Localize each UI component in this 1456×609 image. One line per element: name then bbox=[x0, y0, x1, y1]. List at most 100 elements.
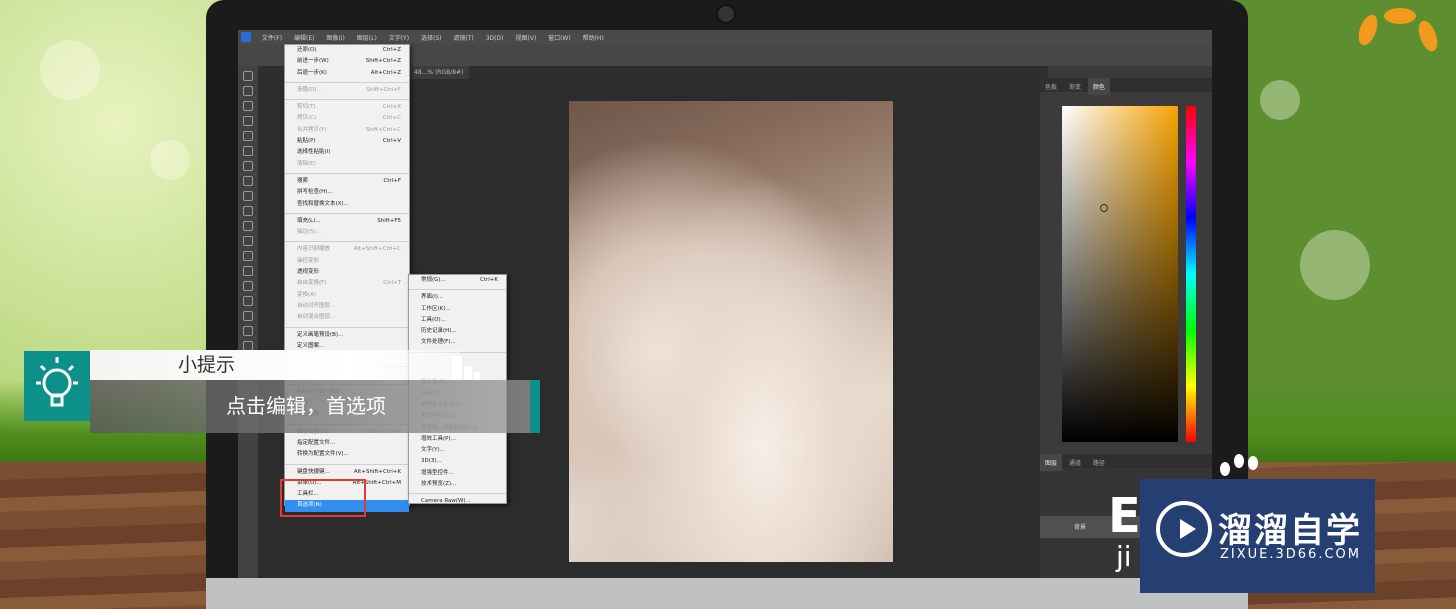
menu-file[interactable]: 文件(F) bbox=[257, 30, 287, 42]
edit-menu-item[interactable]: 定义画笔预设(B)... bbox=[285, 330, 409, 341]
edit-menu-item-label: 转换为配置文件(V)... bbox=[297, 451, 349, 458]
submenu-item[interactable]: 文字(Y)... bbox=[409, 445, 506, 456]
menu-view[interactable]: 视图(V) bbox=[510, 30, 541, 42]
menu-filter[interactable]: 滤镜(T) bbox=[448, 30, 478, 42]
eraser-tool-icon[interactable] bbox=[243, 221, 253, 231]
tab-layers[interactable]: 图层 bbox=[1040, 454, 1063, 471]
layer-name: 背景 bbox=[1074, 524, 1087, 531]
history-brush-tool-icon[interactable] bbox=[243, 206, 253, 216]
quick-select-tool-icon[interactable] bbox=[243, 116, 253, 126]
dodge-tool-icon[interactable] bbox=[243, 266, 253, 276]
submenu-item[interactable]: 常规(G)... Ctrl+K bbox=[409, 275, 506, 286]
stamp-tool-icon[interactable] bbox=[243, 191, 253, 201]
edit-menu-item[interactable]: 选择性粘贴(I) bbox=[285, 147, 409, 158]
hue-slider[interactable] bbox=[1186, 106, 1196, 442]
submenu-item[interactable]: 工具(O)... bbox=[409, 315, 506, 326]
crop-tool-icon[interactable] bbox=[243, 131, 253, 141]
submenu-item[interactable]: Camera Raw(W)... bbox=[409, 496, 506, 507]
edit-menu-item[interactable]: 拼写检查(H)... bbox=[285, 187, 409, 198]
edit-menu-item[interactable]: 前进一步(W) Shift+Ctrl+Z bbox=[285, 56, 409, 67]
gradient-tool-icon[interactable] bbox=[243, 236, 253, 246]
edit-menu-item: 变换(A) bbox=[285, 290, 409, 301]
decor-block bbox=[452, 356, 462, 380]
document-tab[interactable]: 48...% (RGB/8#) bbox=[408, 66, 470, 79]
menu-layer[interactable]: 图层(L) bbox=[352, 30, 382, 42]
edit-menu-item-label: 自动混合图层... bbox=[297, 314, 336, 321]
menu-select[interactable]: 选择(S) bbox=[416, 30, 447, 42]
submenu-item[interactable]: 增强型控件... bbox=[409, 468, 506, 479]
color-picker-cursor[interactable] bbox=[1100, 204, 1108, 212]
edit-menu-item: 拷贝(C) Ctrl+C bbox=[285, 113, 409, 124]
color-field[interactable] bbox=[1062, 106, 1178, 442]
edit-menu-item[interactable]: 还原(O) Ctrl+Z bbox=[285, 45, 409, 56]
play-logo-icon bbox=[1156, 501, 1212, 557]
edit-menu-item[interactable]: 搜索 Ctrl+F bbox=[285, 176, 409, 187]
edit-menu-item-shortcut: Shift+F5 bbox=[377, 217, 401, 224]
watermark-title: 溜溜自学 bbox=[1218, 511, 1362, 551]
edit-menu-item-label: 自动对齐图层... bbox=[297, 302, 336, 309]
menu-3d[interactable]: 3D(D) bbox=[481, 32, 509, 42]
menu-image[interactable]: 图像(I) bbox=[321, 30, 349, 42]
edit-menu-item[interactable]: 转换为配置文件(V)... bbox=[285, 449, 409, 460]
edit-menu-item-label: 搜索 bbox=[297, 177, 309, 184]
tip-title: 小提示 bbox=[178, 354, 236, 376]
edit-menu-item-label: 内容识别缩放 bbox=[297, 246, 331, 253]
submenu-item-label: 技术预览(Z)... bbox=[421, 481, 457, 488]
bokeh-light bbox=[1260, 80, 1300, 120]
paw-toe bbox=[1234, 454, 1244, 468]
menu-window[interactable]: 窗口(W) bbox=[543, 30, 576, 42]
edit-menu-item[interactable]: 填充(L)... Shift+F5 bbox=[285, 216, 409, 227]
submenu-item-label: 文件处理(F)... bbox=[421, 339, 456, 346]
edit-menu-item-label: 键盘快捷键... bbox=[297, 468, 330, 475]
submenu-item-label: 工具(O)... bbox=[421, 316, 446, 323]
path-select-tool-icon[interactable] bbox=[243, 311, 253, 321]
menu-separator bbox=[285, 79, 409, 83]
edit-menu-item-label: 变换(A) bbox=[297, 291, 317, 298]
document-photo bbox=[569, 101, 893, 562]
edit-menu-item-shortcut: Ctrl+Z bbox=[382, 47, 401, 53]
edit-menu-item-label: 后退一步(K) bbox=[297, 69, 327, 76]
tab-channels[interactable]: 通道 bbox=[1064, 454, 1086, 471]
edit-menu-item-shortcut: Alt+Shift+Ctrl+C bbox=[353, 246, 401, 253]
submenu-item[interactable]: 工作区(K)... bbox=[409, 304, 506, 315]
edit-menu-item[interactable]: 指定配置文件... bbox=[285, 438, 409, 449]
type-tool-icon[interactable] bbox=[243, 296, 253, 306]
pen-tool-icon[interactable] bbox=[243, 281, 253, 291]
blur-tool-icon[interactable] bbox=[243, 251, 253, 261]
tab-swatches[interactable]: 色板 bbox=[1040, 78, 1062, 95]
menu-edit[interactable]: 编辑(E) bbox=[289, 30, 319, 42]
menu-separator bbox=[285, 170, 409, 174]
tip-body-bar: 点击编辑，首选项 bbox=[90, 380, 530, 433]
tab-color[interactable]: 颜色 bbox=[1087, 78, 1110, 95]
menu-separator bbox=[285, 461, 409, 465]
shape-tool-icon[interactable] bbox=[243, 326, 253, 336]
submenu-item[interactable]: 技术预览(Z)... bbox=[409, 479, 506, 490]
menu-help[interactable]: 帮助(H) bbox=[578, 30, 609, 42]
brush-tool-icon[interactable] bbox=[243, 176, 253, 186]
menu-type[interactable]: 文字(Y) bbox=[384, 30, 414, 42]
edit-menu-item[interactable]: 后退一步(K) Alt+Ctrl+Z bbox=[285, 68, 409, 79]
edit-menu-item-shortcut: Alt+Ctrl+Z bbox=[370, 69, 401, 76]
marquee-tool-icon[interactable] bbox=[243, 86, 253, 96]
tab-gradients[interactable]: 渐变 bbox=[1064, 78, 1086, 95]
submenu-item[interactable]: 历史记录(H)... bbox=[409, 326, 506, 337]
edit-menu-item[interactable]: 粘贴(P) Ctrl+V bbox=[285, 136, 409, 147]
watermark-subtitle: ZIXUE.3D66.COM bbox=[1220, 547, 1361, 562]
move-tool-icon[interactable] bbox=[243, 71, 253, 81]
tab-paths[interactable]: 路径 bbox=[1088, 454, 1110, 471]
edit-menu-item[interactable]: 键盘快捷键... Alt+Shift+Ctrl+K bbox=[285, 467, 409, 478]
edit-menu-item[interactable]: 透视变形 bbox=[285, 267, 409, 278]
laptop-bottom-bezel bbox=[206, 578, 1248, 609]
eyedropper-tool-icon[interactable] bbox=[243, 146, 253, 156]
submenu-item[interactable]: 增效工具(P)... bbox=[409, 434, 506, 445]
edit-menu-item[interactable]: 查找和替换文本(X)... bbox=[285, 199, 409, 210]
edit-menu-item-label: 合并拷贝(Y) bbox=[297, 126, 327, 133]
lasso-tool-icon[interactable] bbox=[243, 101, 253, 111]
submenu-item[interactable]: 界面(I)... bbox=[409, 292, 506, 303]
submenu-item-shortcut: Ctrl+K bbox=[479, 277, 498, 283]
submenu-item[interactable]: 文件处理(F)... bbox=[409, 337, 506, 348]
healing-tool-icon[interactable] bbox=[243, 161, 253, 171]
bokeh-light bbox=[1300, 230, 1370, 300]
edit-menu-item: 描边(S)... bbox=[285, 227, 409, 238]
submenu-item[interactable]: 3D(3)... bbox=[409, 456, 506, 467]
